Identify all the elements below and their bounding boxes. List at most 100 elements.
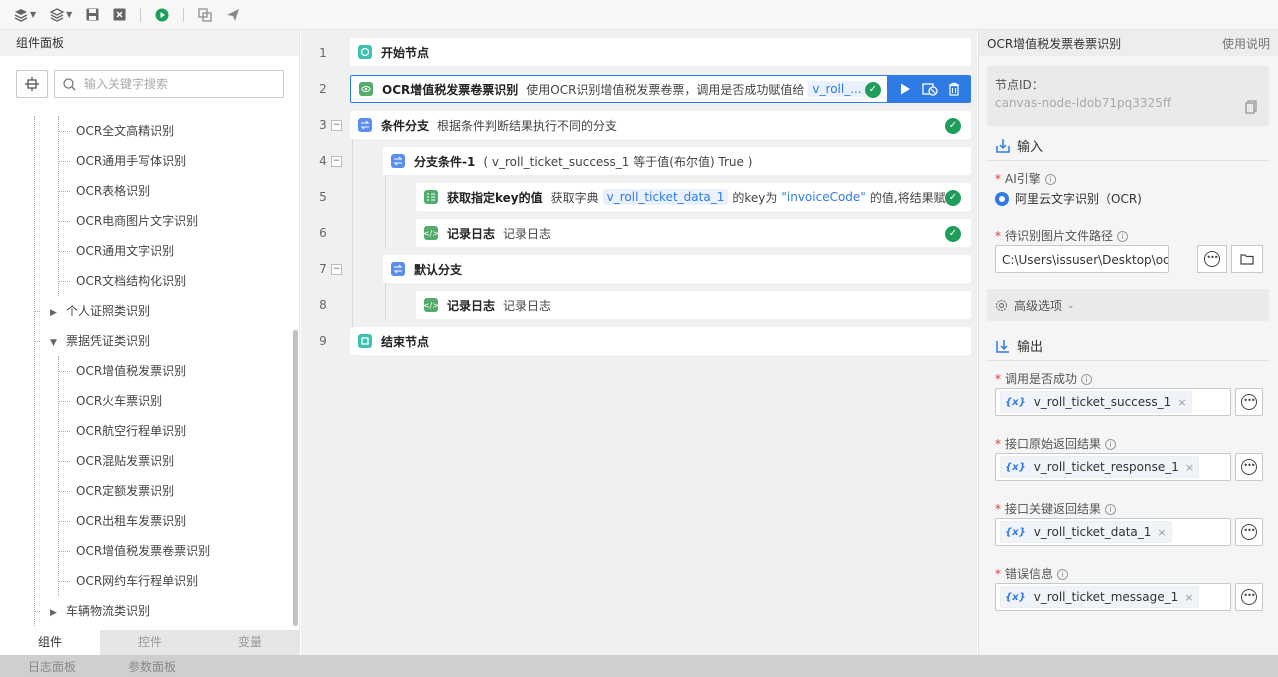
copy-icon[interactable] xyxy=(1245,100,1257,114)
start-icon xyxy=(358,45,372,59)
tree-group-bill-voucher[interactable]: ▼ 票据凭证类识别 xyxy=(34,326,150,356)
run-node-icon[interactable] xyxy=(898,82,912,96)
collapse-toggle[interactable]: − xyxy=(331,156,342,167)
tree-item-label: 个人证照类识别 xyxy=(66,304,151,318)
log-node[interactable]: </> 记录日志 记录日志 xyxy=(416,219,971,247)
collapse-toggle[interactable]: − xyxy=(331,120,342,131)
output-variable-field[interactable]: {x} v_roll_ticket_message_1 × xyxy=(995,583,1231,611)
publish-button[interactable] xyxy=(226,4,240,26)
output-more-button[interactable]: ••• xyxy=(1235,453,1263,481)
tab-variables[interactable]: 变量 xyxy=(200,630,300,655)
end-node[interactable]: 结束节点 xyxy=(350,327,971,355)
tree-item[interactable]: OCR文档结构化识别 xyxy=(58,266,186,296)
input-section-title: 输入 xyxy=(995,136,1043,155)
search-input[interactable] xyxy=(84,77,274,91)
remove-icon[interactable]: × xyxy=(1177,396,1186,409)
tree-item[interactable]: OCR通用手写体识别 xyxy=(58,146,186,176)
output-more-button[interactable]: ••• xyxy=(1235,518,1263,546)
tree-item-label: OCR通用手写体识别 xyxy=(76,154,187,168)
tree-connector xyxy=(34,311,40,312)
output-variable-field[interactable]: {x} v_roll_ticket_response_1 × xyxy=(995,453,1231,481)
output-label: * 接口关键返回结果 i xyxy=(995,500,1117,517)
variable-name: v_roll_ticket_message_1 xyxy=(1033,590,1179,604)
advanced-options-bar[interactable]: 高级选项 ⌄ xyxy=(987,289,1269,321)
help-link[interactable]: 使用说明 xyxy=(1222,35,1270,52)
output-variable-field[interactable]: {x} v_roll_ticket_success_1 × xyxy=(995,388,1231,416)
play-circle-icon xyxy=(155,8,169,21)
gear-icon xyxy=(995,299,1008,312)
search-row xyxy=(16,70,284,98)
ai-engine-value: 阿里云文字识别（OCR) xyxy=(1015,192,1142,206)
ocr-invoice-node[interactable]: OCR增值税发票卷票识别 使用OCR识别增值税发票卷票，调用是否成功赋值给 v_… xyxy=(350,75,889,103)
tree-item[interactable]: OCR增值税发票识别 xyxy=(58,356,186,386)
copy-button[interactable] xyxy=(198,4,212,26)
output-label-text: 调用是否成功 xyxy=(1005,372,1078,386)
tab-param-panel[interactable]: 参数面板 xyxy=(128,658,176,675)
tree-item[interactable]: OCR网约车行程单识别 xyxy=(58,566,198,596)
row-number: 9 xyxy=(319,334,327,348)
tree-group-vehicle-logistics[interactable]: ▶ 车辆物流类识别 xyxy=(34,596,150,626)
more-icon: ••• xyxy=(1241,524,1257,540)
toolbar-divider xyxy=(140,7,142,22)
remove-icon[interactable]: × xyxy=(1157,526,1166,539)
tree-item[interactable]: OCR火车票识别 xyxy=(58,386,162,416)
tab-components[interactable]: 组件 xyxy=(0,630,100,655)
branch-condition-node[interactable]: 分支条件-1 ( v_roll_ticket_success_1 等于值(布尔值… xyxy=(383,147,971,175)
output-more-button[interactable]: ••• xyxy=(1235,583,1263,611)
tree-item[interactable]: OCR航空行程单识别 xyxy=(58,416,186,446)
tree-connector xyxy=(58,461,70,462)
start-node[interactable]: 开始节点 xyxy=(350,38,971,66)
path-more-button[interactable]: ••• xyxy=(1197,245,1227,273)
save-button[interactable] xyxy=(86,4,99,26)
code-icon: </> xyxy=(423,226,439,240)
collapse-toggle[interactable]: − xyxy=(331,264,342,275)
close-file-button[interactable] xyxy=(113,4,126,26)
input-icon xyxy=(996,138,1010,153)
tree-item[interactable]: OCR出租车发票识别 xyxy=(58,506,186,536)
output-more-button[interactable]: ••• xyxy=(1235,388,1263,416)
layers-dropdown-button[interactable]: ▼ xyxy=(14,4,36,26)
tree-item[interactable]: OCR混贴发票识别 xyxy=(58,446,174,476)
collapse-all-button[interactable] xyxy=(16,70,48,98)
tree-item[interactable]: OCR全文高精识别 xyxy=(58,116,174,146)
stack-dropdown-button[interactable]: ▼ xyxy=(50,4,72,26)
tree-connector xyxy=(58,161,70,162)
output-label: * 错误信息 i xyxy=(995,565,1069,582)
variable-tag: {x} v_roll_ticket_response_1 × xyxy=(1000,456,1200,478)
condition-branch-node[interactable]: 条件分支 根据条件判断结果执行不同的分支 xyxy=(350,111,971,139)
default-branch-node[interactable]: 默认分支 xyxy=(383,255,971,283)
tab-controls[interactable]: 控件 xyxy=(100,630,200,655)
bottom-panel-bar: 日志面板 参数面板 xyxy=(0,655,1278,677)
properties-panel: OCR增值税发票卷票识别 使用说明 节点ID： canvas-node-ldob… xyxy=(978,30,1278,655)
node-description: 的key为 xyxy=(732,190,778,205)
tree-item[interactable]: OCR通用文字识别 xyxy=(58,236,174,266)
tree-item[interactable]: OCR定额发票识别 xyxy=(58,476,174,506)
section-divider xyxy=(987,160,1269,161)
run-button[interactable] xyxy=(155,4,169,26)
variable-name: v_roll_ticket_response_1 xyxy=(1033,460,1179,474)
browse-folder-button[interactable] xyxy=(1231,245,1263,273)
remove-icon[interactable]: × xyxy=(1184,591,1193,604)
tree-item[interactable]: OCR表格识别 xyxy=(58,176,150,206)
tree-connector xyxy=(58,401,70,402)
remove-icon[interactable]: × xyxy=(1185,461,1194,474)
output-variable-field[interactable]: {x} v_roll_ticket_data_1 × xyxy=(995,518,1231,546)
ai-engine-radio[interactable]: 阿里云文字识别（OCR) xyxy=(995,190,1142,207)
get-key-value-node[interactable]: 获取指定key的值 获取字典 v_roll_ticket_data_1 的key… xyxy=(416,183,971,211)
node-title: 结束节点 xyxy=(381,334,430,349)
tree-item[interactable]: OCR增值税发票卷票识别 xyxy=(58,536,210,566)
tab-log-panel[interactable]: 日志面板 xyxy=(28,658,76,675)
image-path-label-text: 待识别图片文件路径 xyxy=(1005,229,1114,243)
chevron-down-icon: ⌄ xyxy=(1067,300,1075,311)
tree-item-label: OCR文档结构化识别 xyxy=(76,274,187,288)
tree-scrollbar[interactable] xyxy=(293,330,298,626)
tree-group-personal-id[interactable]: ▶ 个人证照类识别 xyxy=(34,296,150,326)
output-label-text: 接口关键返回结果 xyxy=(1005,502,1102,516)
properties-title: OCR增值税发票卷票识别 xyxy=(987,36,1122,51)
log-node[interactable]: </> 记录日志 记录日志 xyxy=(416,291,971,319)
image-path-input[interactable]: C:\Users\issuser\Desktop\ocr图片 xyxy=(995,245,1169,273)
tree-connector xyxy=(58,521,70,522)
tree-item[interactable]: OCR电商图片文字识别 xyxy=(58,206,198,236)
delete-node-icon[interactable] xyxy=(948,82,960,96)
disable-node-icon[interactable] xyxy=(922,82,938,96)
